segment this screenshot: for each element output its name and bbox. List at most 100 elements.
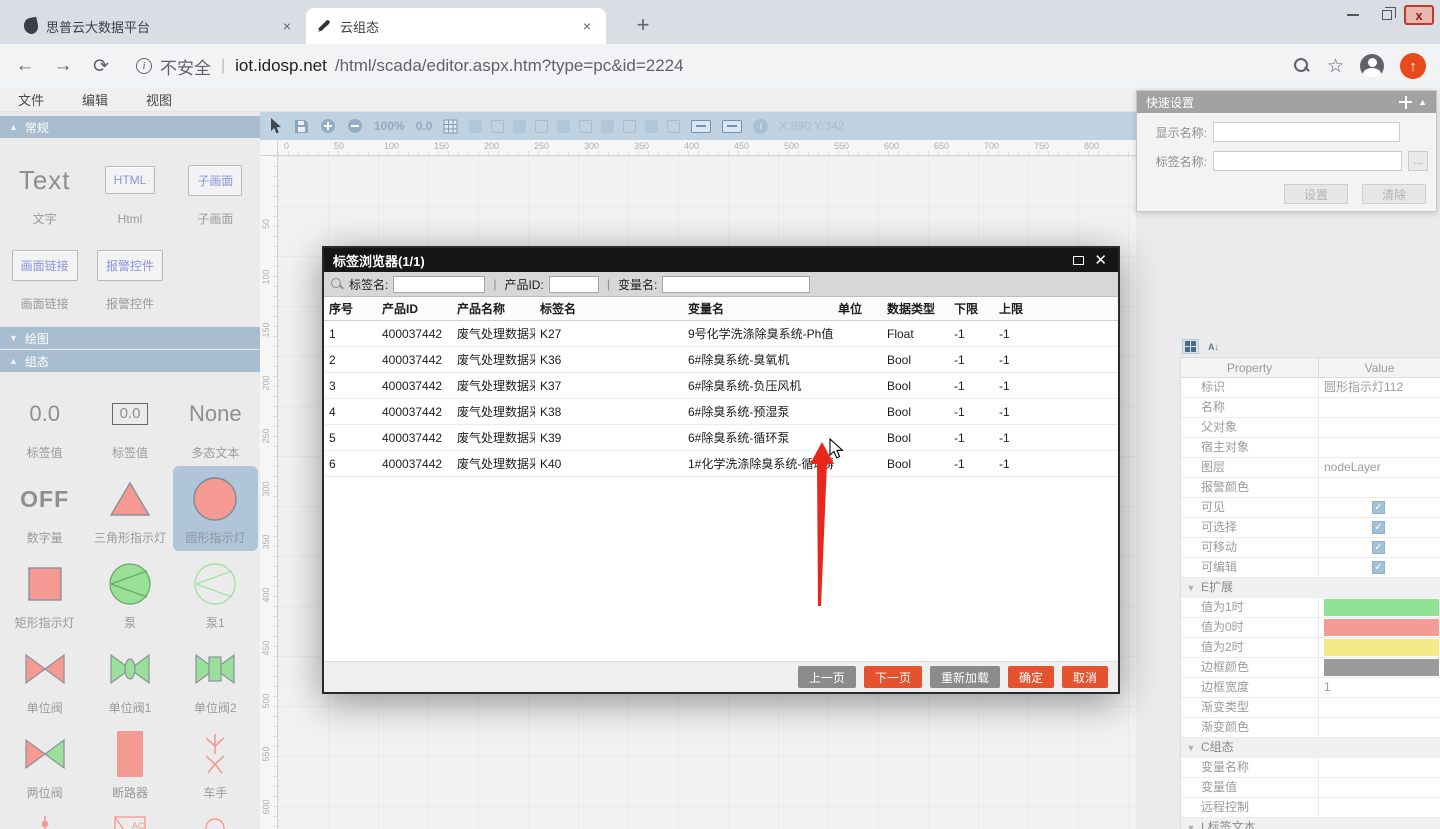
product-id-filter-input[interactable]: [549, 276, 599, 293]
url-field[interactable]: i 不安全 | iot.idosp.net/html/scada/editor.…: [136, 54, 1277, 79]
collapse-arrow-icon[interactable]: ▼: [1181, 823, 1201, 829]
zoom-region-icon[interactable]: [491, 120, 504, 133]
forward-icon[interactable]: →: [52, 55, 74, 77]
checkbox[interactable]: ✓: [1372, 521, 1385, 534]
palette-item-multistate-text[interactable]: None 多态文本: [173, 381, 258, 466]
collapse-arrow-icon[interactable]: ▲: [1418, 97, 1427, 107]
table-row[interactable]: 2400037442废气处理数据采K366#除臭系统-臭氧机Bool-1-1: [324, 347, 1118, 373]
maximize-icon[interactable]: [1073, 256, 1084, 265]
confirm-button[interactable]: 确定: [1008, 666, 1054, 688]
property-row[interactable]: 可移动✓: [1181, 538, 1440, 558]
menu-edit[interactable]: 编辑: [82, 90, 108, 109]
col-header[interactable]: 产品名称: [452, 297, 535, 321]
distribute-h-icon[interactable]: [645, 120, 658, 133]
collapse-arrow-icon[interactable]: ▼: [1181, 583, 1201, 593]
table-row[interactable]: 3400037442废气处理数据采K376#除臭系统-负压风机Bool-1-1: [324, 373, 1118, 399]
palette-item-html[interactable]: HTML Html: [87, 147, 172, 232]
col-header[interactable]: 变量名: [683, 297, 833, 321]
profile-avatar[interactable]: [1360, 54, 1384, 78]
minimize-button[interactable]: [1336, 2, 1370, 28]
property-column-header[interactable]: Property: [1181, 358, 1319, 377]
clear-button[interactable]: 清除: [1362, 184, 1426, 204]
grid-toggle-icon[interactable]: [443, 117, 458, 135]
keyboard2-icon[interactable]: [722, 120, 742, 133]
property-row[interactable]: 可选择✓: [1181, 518, 1440, 538]
zoom-out-icon[interactable]: [347, 117, 363, 135]
tab-close-icon[interactable]: ×: [278, 18, 296, 34]
back-icon[interactable]: ←: [14, 55, 36, 77]
palette-item-valve2[interactable]: 单位阀2: [173, 636, 258, 721]
palette-item-tag-value[interactable]: 0.0 标签值: [2, 381, 87, 466]
property-row[interactable]: 远程控制: [1181, 798, 1440, 818]
palette-item-digital[interactable]: OFF 数字量: [2, 466, 87, 551]
property-value[interactable]: 1: [1319, 678, 1440, 697]
property-value[interactable]: [1319, 618, 1440, 637]
palette-item-triangle-indicator[interactable]: 三角形指示灯: [87, 466, 172, 551]
property-value[interactable]: [1319, 698, 1440, 717]
palette-item-pump[interactable]: 泵: [87, 551, 172, 636]
property-group-row[interactable]: ▼L标签文本: [1181, 818, 1440, 829]
palette-item-tag-value-boxed[interactable]: 0.0 标签值: [87, 381, 172, 466]
property-row[interactable]: 渐变类型: [1181, 698, 1440, 718]
tab-close-icon[interactable]: ×: [578, 18, 596, 34]
property-value[interactable]: [1319, 638, 1440, 657]
table-row[interactable]: 6400037442废气处理数据采K401#化学洗涤除臭系统-循环泵Bool-1…: [324, 451, 1118, 477]
col-header[interactable]: 产品ID: [377, 297, 452, 321]
checkbox[interactable]: ✓: [1372, 541, 1385, 554]
palette-item-knife-switch[interactable]: 刀闸: [2, 806, 87, 829]
checkbox[interactable]: ✓: [1372, 561, 1385, 574]
property-row[interactable]: 变量值: [1181, 778, 1440, 798]
col-header[interactable]: 上限: [994, 297, 1042, 321]
palette-item-valve[interactable]: 单位阀: [2, 636, 87, 721]
table-row[interactable]: 4400037442废气处理数据采K386#除臭系统-预湿泵Bool-1-1: [324, 399, 1118, 425]
property-value[interactable]: [1319, 598, 1440, 617]
tag-name-input[interactable]: [1213, 151, 1402, 171]
property-value[interactable]: [1319, 758, 1440, 777]
palette-item-screen-link[interactable]: 画面链接 画面链接: [2, 232, 87, 317]
variable-name-filter-input[interactable]: [662, 276, 810, 293]
property-value[interactable]: ✓: [1319, 498, 1440, 517]
browser-update-icon[interactable]: ↑: [1400, 53, 1426, 79]
align-center-icon[interactable]: [535, 120, 548, 133]
property-row[interactable]: 宿主对象: [1181, 438, 1440, 458]
property-value[interactable]: [1319, 398, 1440, 417]
tag-name-filter-input[interactable]: [393, 276, 485, 293]
property-row[interactable]: 变量名称: [1181, 758, 1440, 778]
search-icon[interactable]: [1293, 57, 1311, 75]
align-middle-icon[interactable]: [601, 120, 614, 133]
property-value[interactable]: 圆形指示灯112: [1319, 378, 1440, 397]
keyboard-icon[interactable]: [691, 120, 711, 133]
property-row[interactable]: 报警颜色: [1181, 478, 1440, 498]
property-value[interactable]: [1319, 418, 1440, 437]
palette-item-text[interactable]: Text 文字: [2, 147, 87, 232]
align-bottom-icon[interactable]: [623, 120, 636, 133]
property-row[interactable]: 可编辑✓: [1181, 558, 1440, 578]
menu-view[interactable]: 视图: [146, 90, 172, 109]
table-row[interactable]: 1400037442废气处理数据采K279号化学洗涤除臭系统-Ph值Float-…: [324, 321, 1118, 347]
color-swatch[interactable]: [1324, 599, 1439, 616]
display-name-input[interactable]: [1213, 122, 1400, 142]
section-header-drawing[interactable]: ▼ 绘图: [0, 327, 260, 349]
new-tab-button[interactable]: +: [628, 10, 658, 40]
property-row[interactable]: 渐变颜色: [1181, 718, 1440, 738]
property-value[interactable]: [1319, 718, 1440, 737]
dialog-title-bar[interactable]: 标签浏览器(1/1) ✕: [324, 248, 1118, 272]
palette-item-two-way-valve[interactable]: 两位阀: [2, 721, 87, 806]
property-row[interactable]: 边框宽度1: [1181, 678, 1440, 698]
browser-tab-2-active[interactable]: 云组态 ×: [306, 8, 606, 44]
table-row[interactable]: 5400037442废气处理数据采K396#除臭系统-循环泵Bool-1-1: [324, 425, 1118, 451]
palette-item-circle-indicator-selected[interactable]: 圆形指示灯: [173, 466, 258, 551]
palette-item-bt[interactable]: BT: [173, 806, 258, 829]
collapse-arrow-icon[interactable]: ▼: [1181, 743, 1201, 753]
menu-file[interactable]: 文件: [18, 90, 44, 109]
property-row[interactable]: 父对象: [1181, 418, 1440, 438]
paste-icon[interactable]: [469, 120, 482, 133]
property-row[interactable]: 值为2时: [1181, 638, 1440, 658]
color-swatch[interactable]: [1324, 619, 1439, 636]
property-value[interactable]: [1319, 478, 1440, 497]
col-header[interactable]: 标签名: [535, 297, 683, 321]
prev-page-button[interactable]: 上一页: [798, 666, 856, 688]
browse-tags-button[interactable]: ...: [1408, 151, 1428, 171]
reload-icon[interactable]: ⟳: [90, 55, 112, 78]
palette-item-alarm-control[interactable]: 报警控件 报警控件: [87, 232, 172, 317]
